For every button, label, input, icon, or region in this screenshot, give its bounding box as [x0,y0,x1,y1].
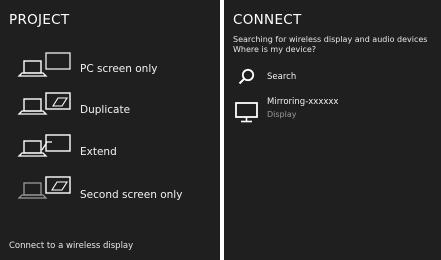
duplicate-icon [17,92,71,115]
where-is-my-device-link[interactable]: Where is my device? [233,45,441,55]
search-button[interactable]: Search [224,66,441,90]
option-pc-screen-only[interactable]: PC screen only [0,48,220,88]
connect-panel: CONNECT Searching for wireless display a… [224,0,441,260]
connect-title: CONNECT [233,12,302,28]
option-extend[interactable]: Extend [0,131,220,171]
option-label: Extend [80,146,117,158]
project-panel: PROJECT PC screen only Duplicate Extend [0,0,220,260]
searching-status: Searching for wireless display and audio… [233,35,441,55]
second-screen-only-icon [17,176,71,199]
option-label: PC screen only [80,63,158,75]
extend-icon [17,134,71,157]
monitor-icon [235,102,258,123]
device-list-item[interactable]: Mirroring-xxxxxx Display [224,94,441,128]
option-label: Second screen only [80,189,183,201]
connect-wireless-display-link[interactable]: Connect to a wireless display [9,241,133,251]
device-type: Display [267,110,297,119]
search-icon [238,68,255,85]
option-second-screen-only[interactable]: Second screen only [0,173,220,213]
searching-text: Searching for wireless display and audio… [233,35,428,44]
project-title: PROJECT [9,12,70,28]
search-label: Search [267,72,297,82]
pc-screen-only-icon [17,52,71,77]
device-name: Mirroring-xxxxxx [267,97,339,107]
option-duplicate[interactable]: Duplicate [0,88,220,128]
option-label: Duplicate [80,104,131,116]
